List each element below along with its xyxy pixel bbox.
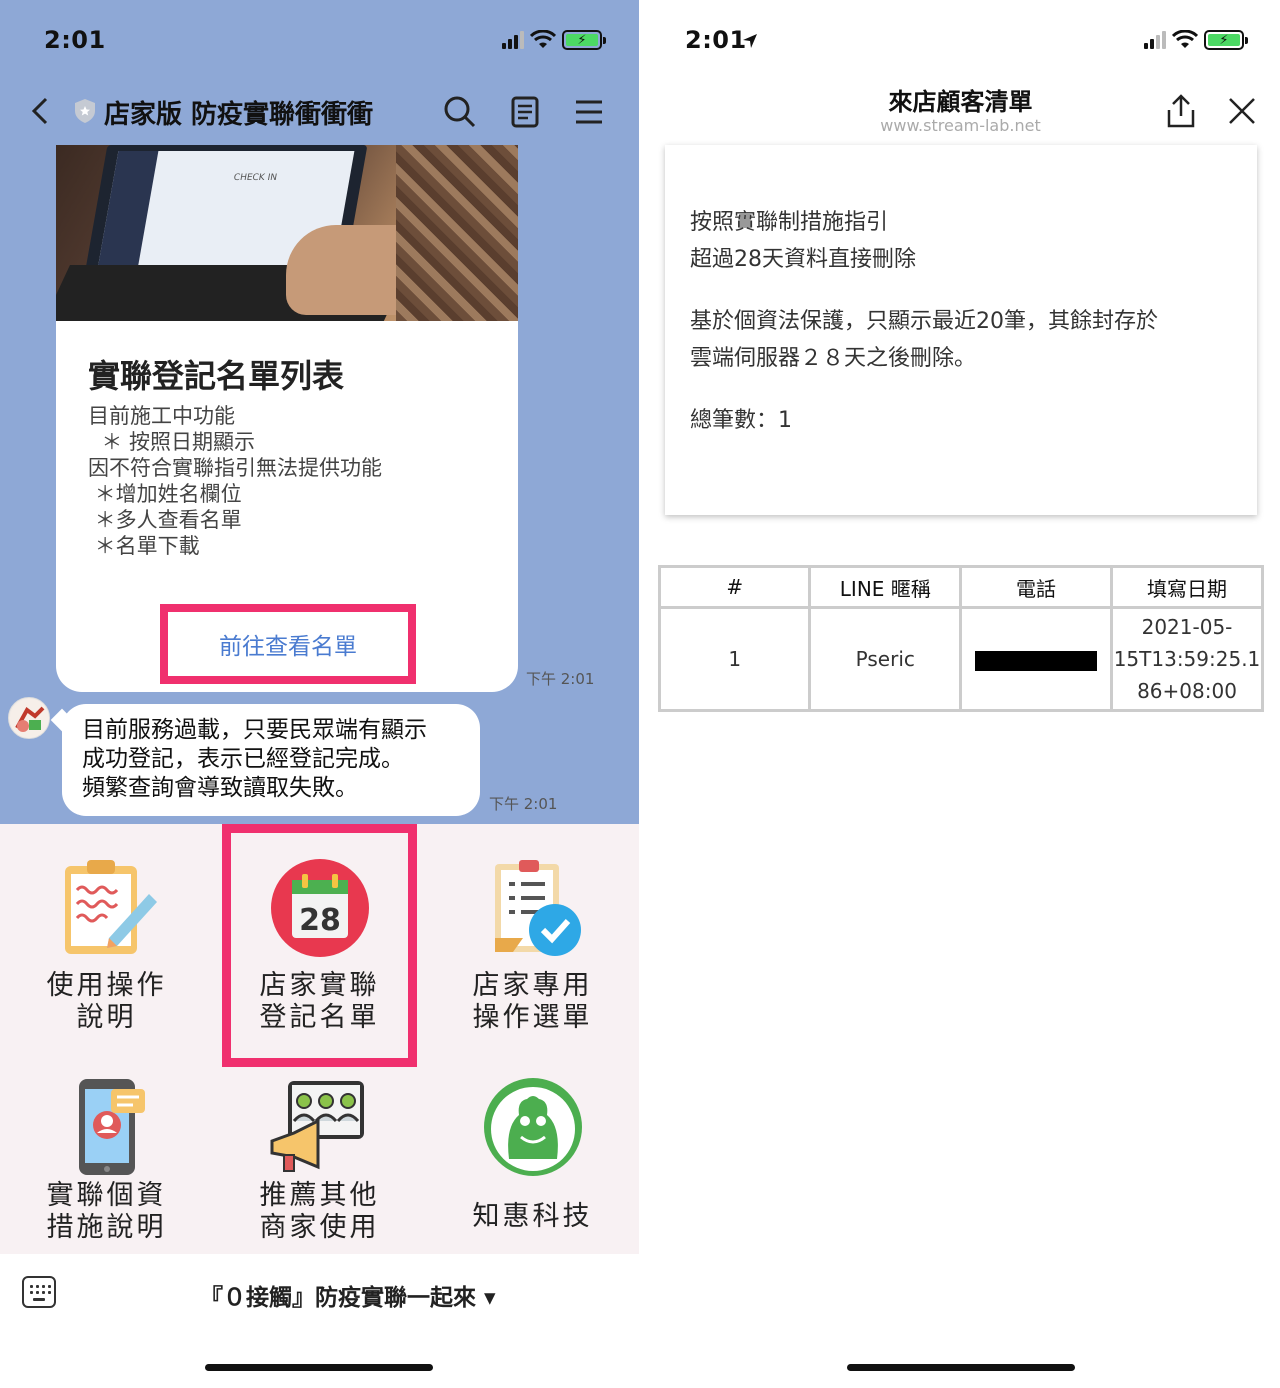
rich-menu-toggle[interactable]: 『０接觸』防疫實聯一起來 ▾: [200, 1278, 496, 1312]
menu-icon[interactable]: [571, 94, 607, 130]
date-line: 15T13:59:25.1: [1113, 647, 1261, 671]
rich-menu-label: 實聯個資 措施說明: [46, 1180, 167, 1243]
message-line: 成功登記，表示已經登記完成。: [82, 746, 404, 772]
back-arrow-icon[interactable]: [30, 96, 50, 126]
info-card: 按照實聯制措施指引 超過28天資料直接刪除 基於個資法保護，只顯示最近20筆，其…: [665, 145, 1257, 515]
info-line: 雲端伺服器２８天之後刪除。: [690, 346, 977, 371]
rich-menu: 使用操作 說明 28 店家實聯 登記名單 店家專用 操作選單 實聯個資 措施說明…: [0, 824, 639, 1254]
rich-menu-label: 知惠科技: [472, 1201, 593, 1232]
home-indicator: [205, 1364, 433, 1371]
info-line: 超過28天資料直接刪除: [690, 247, 916, 272]
date-line: 2021-05-: [1141, 615, 1233, 639]
home-indicator: [847, 1364, 1075, 1371]
rich-menu-store-menu[interactable]: 店家專用 操作選單: [426, 824, 639, 1039]
total-count: 總筆數：1: [690, 408, 792, 433]
column-header: LINE 暱稱: [811, 568, 960, 606]
card-body-line: ＊ 按照日期顯示: [88, 430, 256, 454]
row-phone: [962, 609, 1110, 709]
rich-menu-label: 店家專用 操作選單: [472, 970, 593, 1033]
card-body-line: ＊增加姓名欄位: [88, 482, 242, 506]
checklist-icon: [494, 860, 581, 956]
chat-bottom-bar: 『０接觸』防疫實聯一起來 ▾: [0, 1254, 639, 1334]
share-icon[interactable]: [1165, 94, 1197, 128]
phone-id-icon: [78, 1079, 145, 1175]
card-body-line: ＊名單下載: [88, 534, 200, 558]
wifi-icon: [530, 30, 556, 48]
close-icon[interactable]: [1227, 96, 1257, 126]
status-time: 2:01: [685, 26, 747, 54]
photo-checkin-text: CHECK IN: [232, 173, 278, 183]
row-date: 2021-05- 15T13:59:25.1 86+08:00: [1113, 609, 1261, 709]
rich-menu-usage-guide[interactable]: 使用操作 說明: [0, 824, 213, 1039]
card-body-line: 因不符合實聯指引無法提供功能: [88, 456, 382, 480]
notes-icon[interactable]: [507, 94, 543, 130]
verified-shield-icon: [75, 99, 95, 123]
chat-title: 店家版 防疫實聯衝衝衝: [104, 100, 374, 130]
rich-menu-label: 推薦其他 商家使用: [259, 1180, 380, 1243]
battery-icon: ⚡: [562, 30, 606, 50]
card-body-line: ＊多人查看名單: [88, 508, 242, 532]
table-row: 1 Pseric 2021-05- 15T13:59:25.1 86+08:00: [661, 609, 1261, 709]
status-icons: ⚡: [1144, 30, 1248, 50]
card-body-line: 目前施工中功能: [88, 404, 235, 428]
message-line: 頻繁查詢會導致讀取失敗。: [82, 775, 358, 801]
view-list-button[interactable]: 前往查看名單: [160, 604, 416, 684]
card-title: 實聯登記名單列表: [88, 357, 345, 395]
rich-menu-highlight-box: [222, 824, 417, 1067]
customer-table: # LINE 暱稱 電話 填寫日期 1 Pseric 2021-05- 15T1…: [658, 565, 1264, 712]
rich-menu-recommend[interactable]: 推薦其他 商家使用: [213, 1039, 426, 1254]
card-photo: CHECK IN: [56, 145, 518, 321]
search-icon[interactable]: [442, 94, 478, 130]
rich-menu-company[interactable]: 知惠科技: [426, 1039, 639, 1254]
clipboard-pencil-icon: [64, 860, 157, 954]
rich-menu-label: 使用操作 說明: [46, 970, 167, 1033]
info-line: 按照實聯制措施指引: [690, 210, 889, 235]
card-timestamp: 下午 2:01: [526, 670, 595, 688]
location-arrow-icon: [743, 34, 757, 48]
flex-message-card: CHECK IN 實聯登記名單列表 目前施工中功能 ＊ 按照日期顯示 因不符合實…: [56, 145, 518, 692]
status-icons: ⚡: [502, 30, 606, 50]
customer-list-screen: 2:01 ⚡ 來店顧客清單 www.stream-lab.net 按照實聯制措施…: [641, 0, 1280, 1388]
column-header: 填寫日期: [1113, 568, 1261, 606]
row-number: 1: [661, 609, 809, 709]
status-time: 2:01: [44, 26, 106, 54]
info-line: 基於個資法保護，只顯示最近20筆，其餘封存於: [690, 309, 1158, 334]
message-line: 目前服務過載，只要民眾端有顯示: [82, 717, 427, 743]
line-chat-screen: 2:01 ⚡ 店家版 防疫實聯衝衝衝 CHECK IN 實聯登記名單列表 目前施…: [0, 0, 639, 1388]
table-header-row: # LINE 暱稱 電話 填寫日期: [661, 568, 1261, 606]
wifi-icon: [1172, 30, 1198, 48]
redacted-phone: [975, 650, 1098, 671]
frog-logo-icon: [483, 1078, 582, 1176]
column-header: 電話: [962, 568, 1110, 606]
signal-icon: [1144, 31, 1166, 49]
battery-icon: ⚡: [1204, 30, 1248, 50]
date-line: 86+08:00: [1137, 679, 1237, 703]
row-nickname: Pseric: [811, 609, 960, 709]
megaphone-people-icon: [270, 1081, 364, 1172]
card-body: 目前施工中功能 ＊ 按照日期顯示 因不符合實聯指引無法提供功能 ＊增加姓名欄位 …: [88, 403, 382, 559]
column-header: #: [661, 568, 809, 606]
keyboard-icon[interactable]: [22, 1276, 56, 1308]
bot-avatar: [8, 697, 50, 739]
rich-menu-privacy-info[interactable]: 實聯個資 措施說明: [0, 1039, 213, 1254]
text-message-bubble: 目前服務過載，只要民眾端有顯示 成功登記，表示已經登記完成。 頻繁查詢會導致讀取…: [62, 704, 480, 816]
message-timestamp: 下午 2:01: [489, 795, 558, 813]
signal-icon: [502, 31, 524, 49]
chat-header: 店家版 防疫實聯衝衝衝: [0, 86, 639, 138]
